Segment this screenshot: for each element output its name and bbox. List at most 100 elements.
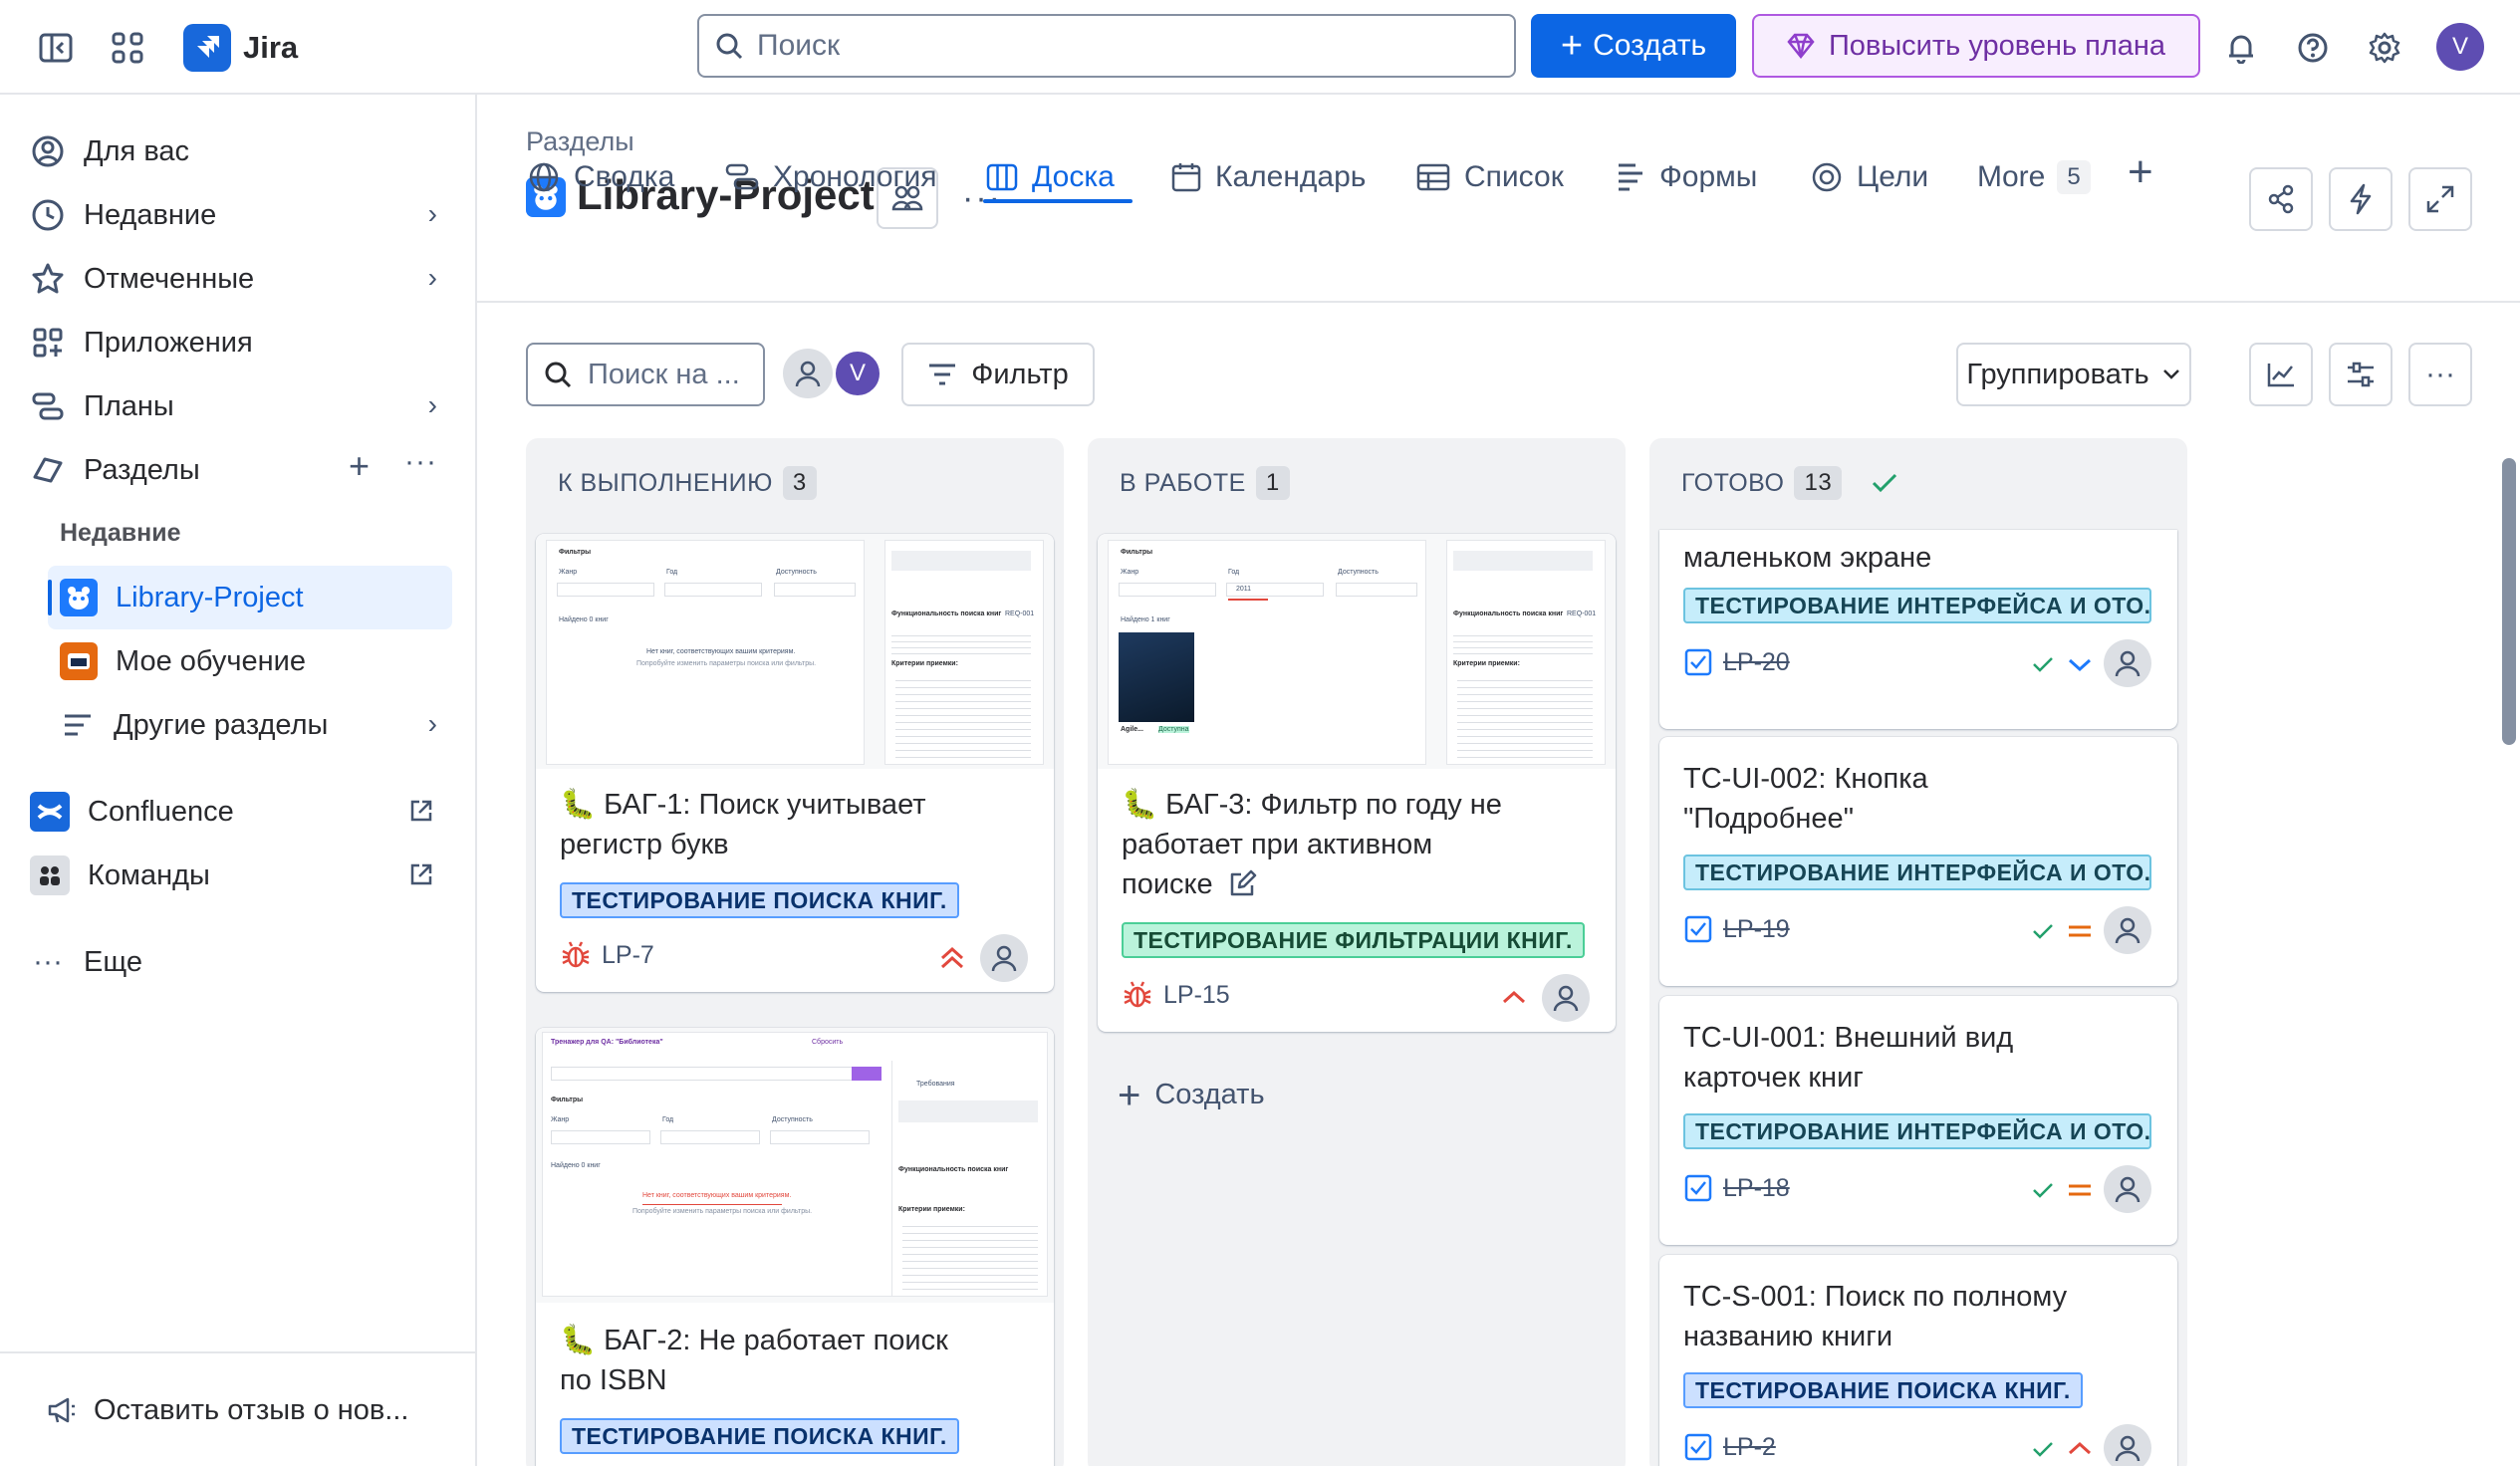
share-icon bbox=[2268, 184, 2294, 214]
sidebar-item-plans[interactable]: Планы bbox=[30, 378, 174, 434]
board-scrollbar[interactable] bbox=[2502, 458, 2516, 745]
epic-label[interactable]: ТЕСТИРОВАНИЕ ИНТЕРФЕЙСА И ОТО... bbox=[1683, 855, 2151, 890]
fullscreen-button[interactable] bbox=[2408, 167, 2472, 231]
issue-card[interactable]: Фильтры Жанр Год Доступность 2011 Найден… bbox=[1098, 534, 1616, 1032]
external-link-icon[interactable] bbox=[408, 861, 434, 887]
calendar-icon bbox=[1171, 163, 1201, 192]
group-by-dropdown[interactable]: Группировать bbox=[1956, 343, 2191, 406]
sidebar-more[interactable]: ··· Еще bbox=[30, 934, 142, 990]
teams-logo-icon bbox=[30, 855, 70, 895]
add-tab-plus-icon[interactable]: + bbox=[2128, 147, 2153, 197]
user-icon bbox=[2115, 1176, 2141, 1203]
epic-label[interactable]: ТЕСТИРОВАНИЕ ИНТЕРФЕЙСА И ОТО... bbox=[1683, 1113, 2151, 1149]
column-count: 3 bbox=[782, 466, 817, 500]
resolved-check-icon bbox=[2033, 657, 2053, 672]
create-button[interactable]: + Создать bbox=[1531, 14, 1736, 78]
issue-card[interactable]: TC-UI-002: Кнопка "Подробнее" ТЕСТИРОВАН… bbox=[1659, 737, 2177, 986]
spaces-more-icon[interactable]: ··· bbox=[404, 445, 437, 479]
create-issue-button[interactable]: + Создать bbox=[1118, 1076, 1265, 1115]
thumbnail-text: Жанр bbox=[1121, 569, 1139, 576]
issue-key[interactable]: LP-19 bbox=[1683, 914, 1790, 944]
group-label: Группировать bbox=[1966, 358, 2149, 390]
assignee-avatar[interactable] bbox=[1542, 974, 1590, 1022]
issue-card[interactable]: TC-UI-001: Внешний вид карточек книг ТЕС… bbox=[1659, 996, 2177, 1245]
view-settings-button[interactable] bbox=[2329, 343, 2393, 406]
chevron-right-icon[interactable]: › bbox=[428, 708, 437, 740]
app-switcher-icon[interactable] bbox=[104, 26, 151, 70]
issue-key[interactable]: LP-7 bbox=[560, 940, 654, 970]
epic-label[interactable]: ТЕСТИРОВАНИЕ ПОИСКА КНИГ. bbox=[560, 1418, 959, 1454]
add-space-plus-icon[interactable]: + bbox=[349, 445, 370, 487]
insights-button[interactable] bbox=[2249, 343, 2313, 406]
help-icon[interactable] bbox=[2289, 26, 2337, 70]
issue-key[interactable]: LP-20 bbox=[1683, 647, 1790, 677]
unassigned-avatar-filter[interactable] bbox=[783, 349, 833, 398]
issue-key[interactable]: LP-18 bbox=[1683, 1173, 1790, 1203]
sidebar-space-library-project[interactable]: Library-Project bbox=[60, 570, 304, 625]
assignee-avatar[interactable] bbox=[2104, 1424, 2151, 1466]
sidebar-item-recent[interactable]: Недавние bbox=[30, 187, 448, 243]
user-avatar-filter[interactable]: V bbox=[833, 349, 882, 398]
board-more-button[interactable]: ··· bbox=[2408, 343, 2472, 406]
epic-label[interactable]: ТЕСТИРОВАНИЕ ФИЛЬТРАЦИИ КНИГ. bbox=[1122, 922, 1585, 958]
card-title: TC-S-001: Поиск по полному названию книг… bbox=[1683, 1281, 2068, 1352]
sidebar-item-label: Команды bbox=[88, 858, 210, 891]
tab-list[interactable]: Список bbox=[1416, 152, 1564, 202]
settings-gear-icon[interactable] bbox=[2361, 26, 2408, 70]
user-avatar[interactable]: V bbox=[2436, 23, 2484, 71]
assignee-avatar[interactable] bbox=[980, 934, 1028, 982]
automation-button[interactable] bbox=[2329, 167, 2393, 231]
issue-key[interactable]: LP-2 bbox=[1683, 1432, 1776, 1462]
tab-board[interactable]: Доска bbox=[986, 152, 1115, 202]
tab-more[interactable]: More 5 bbox=[1977, 152, 2091, 202]
issue-card[interactable]: TC-S-001: Поиск по полному названию книг… bbox=[1659, 1255, 2177, 1466]
upgrade-plan-button[interactable]: Повысить уровень плана bbox=[1752, 14, 2200, 78]
timeline-icon bbox=[725, 163, 759, 190]
filter-button[interactable]: Фильтр bbox=[901, 343, 1095, 406]
thumbnail-text: 2011 bbox=[1236, 586, 1252, 593]
edit-pencil-icon[interactable] bbox=[1227, 869, 1257, 899]
tab-calendar[interactable]: Календарь bbox=[1171, 152, 1366, 202]
column-header[interactable]: ГОТОВО 13 bbox=[1681, 466, 1899, 500]
assignee-avatar[interactable] bbox=[2104, 639, 2151, 687]
chevron-right-icon[interactable]: › bbox=[428, 198, 437, 230]
recent-heading: Недавние bbox=[60, 519, 181, 547]
sidebar-app-confluence[interactable]: Confluence bbox=[30, 784, 234, 840]
assignee-avatar[interactable] bbox=[2104, 1165, 2151, 1213]
thumbnail-text: Попробуйте изменить параметры поиска или… bbox=[636, 660, 817, 667]
assignee-avatar[interactable] bbox=[2104, 906, 2151, 954]
feedback-button[interactable]: Оставить отзыв о нов... bbox=[44, 1382, 408, 1438]
external-link-icon[interactable] bbox=[408, 798, 434, 824]
issue-card[interactable]: маленьком экране ТЕСТИРОВАНИЕ ИНТЕРФЕЙСА… bbox=[1659, 530, 2177, 729]
tab-goals[interactable]: Цели bbox=[1811, 152, 1928, 202]
sidebar-space-my-learning[interactable]: Мое обучение bbox=[60, 633, 306, 689]
tab-timeline[interactable]: Хронология bbox=[725, 152, 936, 202]
issue-card[interactable]: Фильтры Жанр Год Доступность Найдено 0 к… bbox=[536, 534, 1054, 992]
column-header[interactable]: К ВЫПОЛНЕНИЮ 3 bbox=[558, 466, 817, 500]
global-search-input[interactable]: Поиск bbox=[697, 14, 1516, 78]
sidebar-item-apps[interactable]: Приложения bbox=[30, 315, 253, 370]
notifications-bell-icon[interactable] bbox=[2217, 26, 2265, 70]
thumbnail-text: Найдено 0 книг bbox=[551, 1162, 601, 1169]
chevron-right-icon[interactable]: › bbox=[428, 262, 437, 294]
sidebar-item-for-you[interactable]: Для вас bbox=[30, 123, 189, 179]
share-button[interactable] bbox=[2249, 167, 2313, 231]
sidebar-item-starred[interactable]: Отмеченные bbox=[30, 251, 254, 307]
sidebar-item-spaces[interactable]: Разделы bbox=[30, 442, 200, 498]
sidebar-toggle-icon[interactable] bbox=[32, 26, 80, 70]
epic-label[interactable]: ТЕСТИРОВАНИЕ ИНТЕРФЕЙСА И ОТО... bbox=[1683, 588, 2151, 623]
tab-summary[interactable]: Сводка bbox=[528, 152, 674, 202]
tab-forms[interactable]: Формы bbox=[1616, 152, 1757, 202]
thumbnail-text: Найдено 1 книг bbox=[1121, 616, 1170, 623]
jira-logo[interactable]: Jira bbox=[183, 24, 298, 72]
chevron-right-icon[interactable]: › bbox=[428, 389, 437, 421]
issue-key[interactable]: LP-15 bbox=[1122, 980, 1230, 1010]
epic-label[interactable]: ТЕСТИРОВАНИЕ ПОИСКА КНИГ. bbox=[560, 882, 959, 918]
board-search-input[interactable]: Поиск на ... bbox=[526, 343, 765, 406]
priority-low-icon bbox=[2068, 658, 2092, 672]
column-header[interactable]: В РАБОТЕ 1 bbox=[1120, 466, 1290, 500]
issue-card[interactable]: Тренажер для QA: "Библиотека" Сбросить Ф… bbox=[536, 1028, 1054, 1466]
epic-label[interactable]: ТЕСТИРОВАНИЕ ПОИСКА КНИГ. bbox=[1683, 1372, 2083, 1408]
sidebar-app-teams[interactable]: Команды bbox=[30, 848, 210, 903]
sidebar-other-spaces[interactable]: Другие разделы bbox=[60, 697, 328, 753]
